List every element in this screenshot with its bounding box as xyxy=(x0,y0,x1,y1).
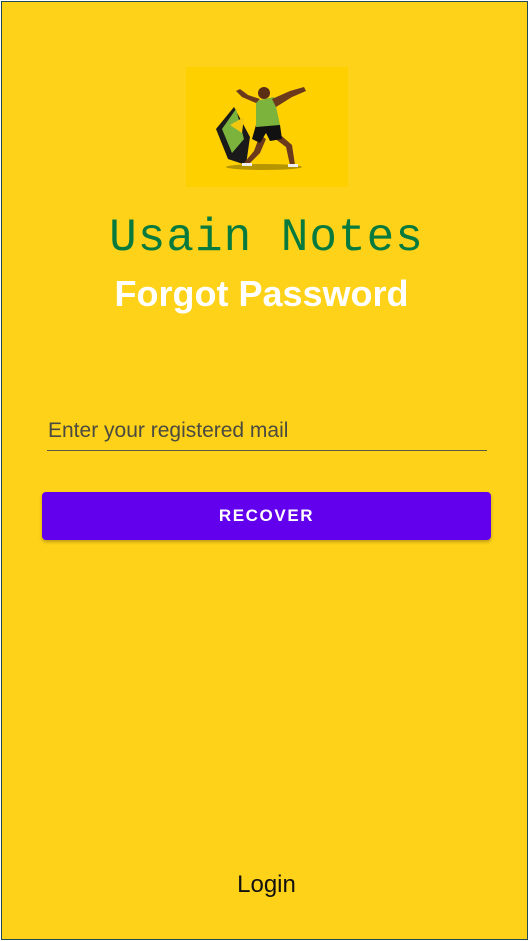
email-field[interactable] xyxy=(47,414,488,448)
sprinter-lightning-pose-icon xyxy=(216,87,306,170)
email-field-container xyxy=(47,414,488,451)
login-link[interactable]: Login xyxy=(2,870,527,900)
app-name: Usain Notes xyxy=(109,212,424,264)
forgot-password-screen: Usain Notes Forgot Password RECOVER Logi… xyxy=(1,1,528,940)
app-logo xyxy=(186,67,348,187)
page-title: Forgot Password xyxy=(114,273,409,314)
recover-button[interactable]: RECOVER xyxy=(42,492,491,540)
